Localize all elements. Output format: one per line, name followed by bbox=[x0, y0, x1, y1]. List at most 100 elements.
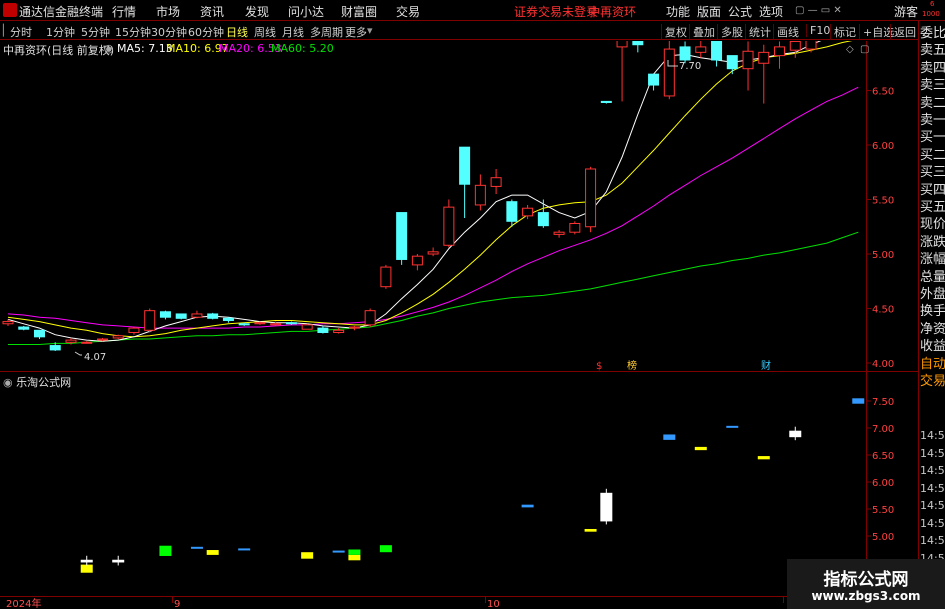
indicator-bar bbox=[757, 456, 770, 460]
indicator-bar bbox=[159, 545, 172, 556]
add-watchlist-button[interactable]: +自选 bbox=[859, 24, 894, 40]
menu-item-assistant[interactable]: 问小达 bbox=[288, 3, 324, 20]
low-price-label: 4.07 bbox=[84, 352, 106, 363]
indicator-bar bbox=[726, 425, 739, 428]
back-button[interactable]: 返回 bbox=[890, 24, 916, 40]
indicator-settings-icon[interactable]: ◉ bbox=[3, 376, 13, 389]
menu-item-function[interactable]: 功能 bbox=[666, 3, 690, 20]
period-15min[interactable]: 15分钟 bbox=[115, 24, 151, 40]
side-item-11[interactable]: 现价 bbox=[920, 213, 945, 232]
side-item-18[interactable]: 收益 bbox=[920, 335, 945, 354]
multi-stock-button[interactable]: 多股 bbox=[717, 24, 743, 40]
menu-item-wealth-circle[interactable]: 财富圈 bbox=[341, 3, 377, 20]
side-item-12[interactable]: 涨跌 bbox=[920, 231, 945, 250]
indicator-tick-label: 6.00 bbox=[872, 478, 894, 489]
ma-lines bbox=[7, 41, 859, 345]
window-controls-icon[interactable]: ▢ — ▭ ✕ bbox=[795, 5, 842, 16]
candles bbox=[2, 41, 817, 352]
period-30min[interactable]: 30分钟 bbox=[151, 24, 187, 40]
indicator-bars bbox=[80, 398, 865, 573]
side-item-1[interactable]: 卖五 bbox=[920, 39, 945, 58]
period-weekly[interactable]: 周线 bbox=[254, 24, 276, 40]
menu-item-market[interactable]: 市场 bbox=[156, 3, 180, 20]
mark-button[interactable]: 标记 bbox=[830, 24, 856, 40]
side-item-4[interactable]: 卖二 bbox=[920, 92, 945, 111]
side-item-15[interactable]: 外盘 bbox=[920, 283, 945, 302]
menu-item-quotes[interactable]: 行情 bbox=[112, 3, 136, 20]
price-tick-label: 6.50 bbox=[872, 87, 894, 98]
side-item-19[interactable]: 自动 bbox=[920, 353, 945, 372]
indicator-title: 乐淘公式网 bbox=[16, 376, 72, 389]
side-item-0[interactable]: 委比 bbox=[920, 22, 945, 41]
high-price-label: 7.70 bbox=[679, 61, 701, 72]
period-5min[interactable]: 5分钟 bbox=[81, 24, 110, 40]
period-multi[interactable]: 多周期 bbox=[310, 24, 343, 40]
side-item-9[interactable]: 买四 bbox=[920, 179, 945, 198]
menu-item-options[interactable]: 选项 bbox=[759, 3, 783, 20]
menu-item-formula[interactable]: 公式 bbox=[728, 3, 752, 20]
side-item-3[interactable]: 卖三 bbox=[920, 74, 945, 93]
f10-button[interactable]: F10 bbox=[806, 24, 830, 37]
side-item-17[interactable]: 净资 bbox=[920, 318, 945, 337]
login-status[interactable]: 证券交易未登录 bbox=[514, 3, 598, 20]
dividend-marker[interactable]: $ bbox=[596, 361, 602, 372]
ranking-marker[interactable]: 榜 bbox=[627, 359, 637, 372]
side-item-20[interactable]: 交易 bbox=[920, 370, 945, 389]
legend-ma5: MA5: 7.13 bbox=[117, 42, 173, 55]
indicator-axis: 7.50 7.00 6.50 6.00 5.50 5.00 bbox=[866, 397, 894, 543]
quote-side-panel: 委比 卖五 卖四 卖三 卖二 卖一 买一 买二 买三 买四 买五 现价 涨跌 涨幅 总量 外盘 换手 净资 收益 自动… bbox=[918, 21, 945, 609]
draw-line-button[interactable]: 画线 bbox=[773, 24, 799, 40]
overlay-button[interactable]: 叠加 bbox=[689, 24, 715, 40]
indicator-bar bbox=[301, 552, 314, 559]
period-60min[interactable]: 60分钟 bbox=[188, 24, 224, 40]
watermark-title: 指标公式网 bbox=[823, 570, 909, 590]
side-item-2[interactable]: 卖四 bbox=[920, 57, 945, 76]
app-logo-icon bbox=[3, 3, 17, 17]
low-marker-line bbox=[74, 351, 82, 356]
watermark-badge: 指标公式网 www.zbgs3.com bbox=[787, 559, 945, 609]
finance-marker[interactable]: 财 bbox=[761, 359, 771, 372]
menu-item-discover[interactable]: 发现 bbox=[245, 3, 269, 20]
kline-chart[interactable]: 7.50 7.00 6.50 6.00 5.50 5.00 4.50 4.00 7.50 7.0… bbox=[0, 41, 918, 609]
statistics-button[interactable]: 统计 bbox=[745, 24, 771, 40]
side-item-16[interactable]: 换手 bbox=[920, 300, 945, 319]
legend-settings-icon[interactable]: ◉ bbox=[104, 42, 114, 55]
indicator-bar bbox=[694, 446, 707, 451]
candle bbox=[364, 308, 376, 328]
candle bbox=[443, 199, 455, 248]
side-item-8[interactable]: 买三 bbox=[920, 161, 945, 180]
side-time-3: 14:56 bbox=[920, 481, 945, 495]
chart-legend: 中再资环(日线 前复权) ◉ MA5: 7.13 MA10: 6.97 MA20… bbox=[0, 41, 880, 57]
indicator-bar bbox=[206, 550, 219, 555]
menu-item-layout[interactable]: 版面 bbox=[697, 3, 721, 20]
guest-label[interactable]: 游客 bbox=[894, 3, 918, 20]
side-item-5[interactable]: 卖一 bbox=[920, 109, 945, 128]
indicator-tick-label: 5.50 bbox=[872, 505, 894, 516]
price-tick-label: 5.00 bbox=[872, 250, 894, 261]
period-1min[interactable]: 1分钟 bbox=[46, 24, 75, 40]
side-item-7[interactable]: 买二 bbox=[920, 144, 945, 163]
indicator-legend: ◉ 乐淘公式网 bbox=[3, 374, 71, 390]
adjust-button[interactable]: 复权 bbox=[661, 24, 687, 40]
side-time-1: 14:56 bbox=[920, 446, 945, 460]
candle bbox=[222, 317, 234, 323]
more-dropdown-icon[interactable]: ▾ bbox=[367, 24, 373, 37]
period-daily[interactable]: 日线 bbox=[226, 24, 248, 40]
menu-item-news[interactable]: 资讯 bbox=[200, 3, 224, 20]
indicator-bar bbox=[238, 548, 251, 551]
period-more[interactable]: 更多 bbox=[345, 24, 367, 40]
side-time-2: 14:56 bbox=[920, 464, 945, 477]
indicator-bar bbox=[521, 504, 534, 508]
side-item-13[interactable]: 涨幅 bbox=[920, 248, 945, 267]
indicator-bar bbox=[348, 549, 361, 555]
side-item-6[interactable]: 买一 bbox=[920, 126, 945, 145]
indicator-tick-label: 7.50 bbox=[872, 397, 894, 408]
period-intraday[interactable]: 分时 bbox=[10, 24, 32, 40]
candle bbox=[301, 323, 313, 330]
side-item-10[interactable]: 买五 bbox=[920, 196, 945, 215]
candle bbox=[600, 100, 612, 104]
menu-item-trade[interactable]: 交易 bbox=[396, 3, 420, 20]
side-item-14[interactable]: 总量 bbox=[920, 266, 945, 285]
menu-bar: 通达信金融终端 行情 市场 资讯 发现 问小达 财富圈 交易 证券交易未登录 中… bbox=[0, 0, 945, 21]
period-monthly[interactable]: 月线 bbox=[282, 24, 304, 40]
